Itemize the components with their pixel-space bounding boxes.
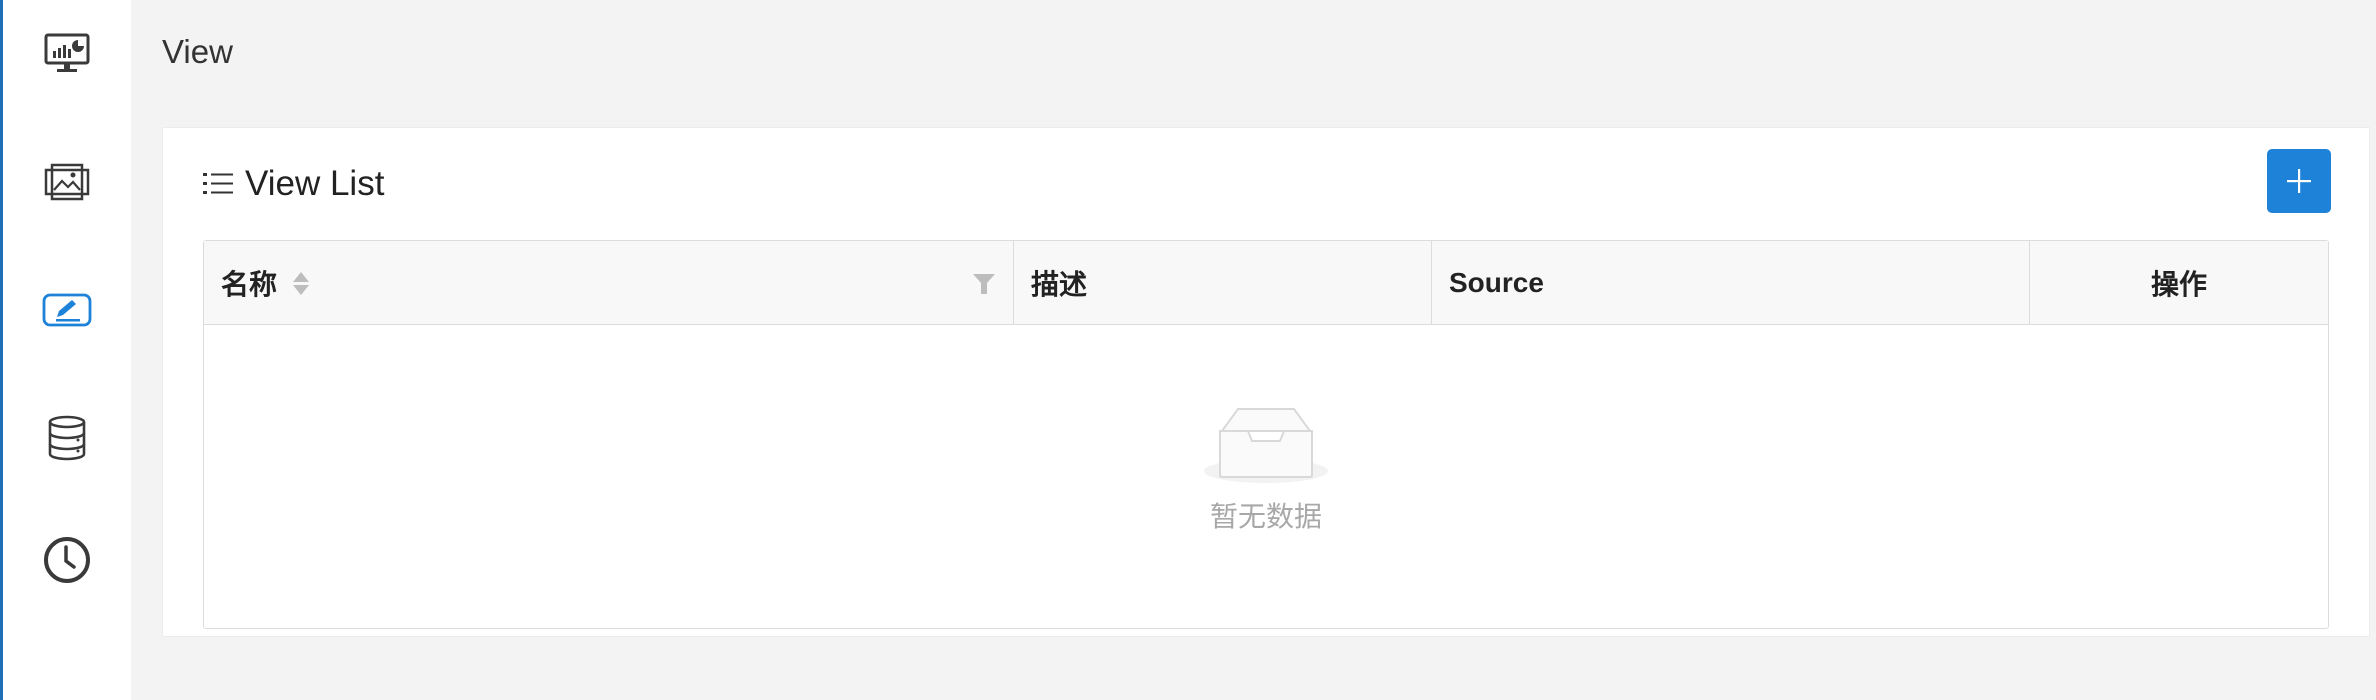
database-icon (48, 415, 86, 461)
column-label-description: 描述 (1031, 269, 1088, 300)
app-root: View View List 名称 描述 Source 操作 暂无数据 (0, 0, 2376, 700)
list-icon (203, 173, 233, 194)
empty-inbox-icon (1204, 408, 1328, 483)
column-label-name: 名称 (221, 269, 278, 300)
dashboard-monitor-icon (44, 33, 90, 72)
view-edit-icon (42, 293, 92, 327)
page-title: View (162, 33, 233, 70)
column-header-description: 描述 (1014, 241, 1432, 325)
sidebar-item-sources[interactable] (3, 393, 131, 483)
sidebar-item-dashboard[interactable] (3, 8, 131, 98)
filter-icon[interactable] (973, 274, 995, 294)
view-table: 名称 描述 Source 操作 暂无数据 (203, 240, 2329, 629)
empty-text: 暂无数据 (1209, 501, 1322, 532)
view-list-card: View List 名称 描述 Source 操作 暂无数据 (162, 127, 2370, 637)
sidebar-item-views[interactable] (3, 265, 131, 355)
column-header-name: 名称 (204, 241, 1014, 325)
add-view-button[interactable] (2267, 149, 2331, 213)
card-header: View List (203, 164, 384, 204)
card-title: View List (245, 164, 385, 203)
sidebar-item-widgets[interactable] (3, 137, 131, 227)
schedule-clock-icon (44, 537, 90, 583)
empty-state: 暂无数据 (204, 325, 2328, 630)
sidebar (3, 0, 131, 700)
sidebar-item-schedules[interactable] (3, 515, 131, 605)
column-header-source: Source (1432, 241, 2030, 325)
sort-icon[interactable] (293, 271, 310, 295)
column-header-actions: 操作 (2030, 241, 2328, 325)
column-label-actions: 操作 (2150, 269, 2207, 300)
plus-icon (2287, 169, 2311, 193)
table-header: 名称 描述 Source 操作 (204, 241, 2328, 325)
widget-image-icon (44, 163, 90, 201)
main-content: View View List 名称 描述 Source 操作 暂无数据 (131, 0, 2376, 700)
column-label-source: Source (1449, 267, 1544, 298)
